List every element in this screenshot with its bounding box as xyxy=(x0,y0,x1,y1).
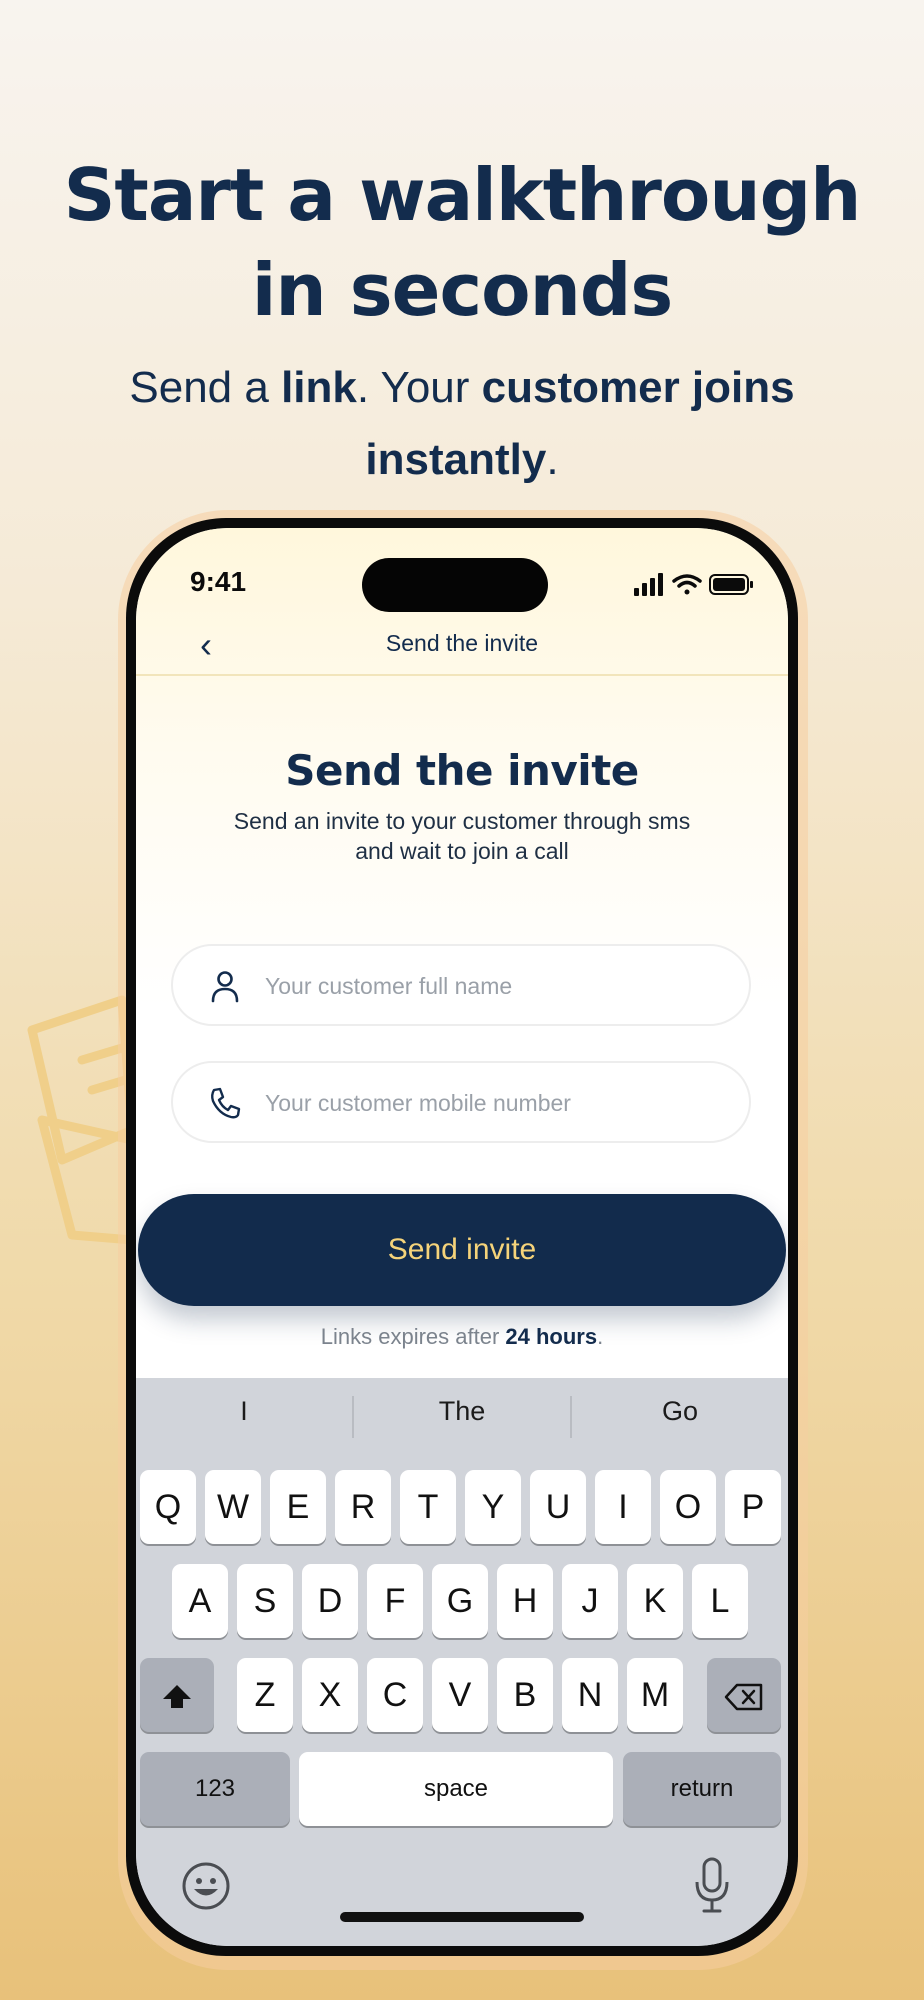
nav-divider xyxy=(136,674,788,676)
key-d[interactable]: D xyxy=(302,1564,358,1638)
key-w[interactable]: W xyxy=(205,1470,261,1544)
shift-key[interactable] xyxy=(140,1658,214,1732)
keyboard: I The Go Q W E R T Y U I O P A S D F G H xyxy=(136,1378,788,1946)
phone-icon xyxy=(211,1087,241,1119)
microphone-icon[interactable] xyxy=(692,1856,732,1916)
name-field[interactable] xyxy=(171,944,751,1026)
shift-icon xyxy=(163,1685,191,1709)
key-s[interactable]: S xyxy=(237,1564,293,1638)
expiry-prefix: Links expires after xyxy=(320,1324,506,1349)
key-p[interactable]: P xyxy=(725,1470,781,1544)
subtitle-part: . xyxy=(546,435,559,484)
status-icons xyxy=(634,573,753,596)
key-x[interactable]: X xyxy=(302,1658,358,1732)
numbers-key[interactable]: 123 xyxy=(140,1752,290,1826)
suggestion-item[interactable]: Go xyxy=(572,1396,788,1427)
wifi-icon xyxy=(672,574,702,595)
dynamic-island xyxy=(362,558,548,612)
hero-subtitle: Send a link. Your customer joins instant… xyxy=(90,352,834,496)
space-key[interactable]: space xyxy=(299,1752,613,1826)
person-icon xyxy=(211,971,239,1003)
home-indicator xyxy=(340,1912,584,1922)
key-y[interactable]: Y xyxy=(465,1470,521,1544)
key-i[interactable]: I xyxy=(595,1470,651,1544)
subtitle-part: Send a xyxy=(129,363,282,412)
key-e[interactable]: E xyxy=(270,1470,326,1544)
expiry-note: Links expires after 24 hours. xyxy=(136,1324,788,1350)
return-key[interactable]: return xyxy=(623,1752,781,1826)
phone-screen: 9:41 ‹ Send the invite Send the invite S… xyxy=(136,528,788,1946)
phone-frame: 9:41 ‹ Send the invite Send the invite S… xyxy=(126,518,798,1956)
nav-title: Send the invite xyxy=(385,630,539,656)
key-a[interactable]: A xyxy=(172,1564,228,1638)
key-j[interactable]: J xyxy=(562,1564,618,1638)
expiry-suffix: . xyxy=(597,1324,604,1349)
suggestion-item[interactable]: The xyxy=(354,1396,570,1427)
send-invite-button[interactable]: Send invite xyxy=(138,1194,786,1306)
emoji-icon[interactable] xyxy=(180,1860,232,1912)
expiry-value: 24 hours xyxy=(505,1324,598,1349)
invite-description: Send an invite to your customer through … xyxy=(233,808,691,864)
battery-icon xyxy=(709,574,753,595)
key-u[interactable]: U xyxy=(530,1470,586,1544)
backspace-icon xyxy=(724,1683,763,1711)
subtitle-part: . Your xyxy=(356,363,482,412)
key-t[interactable]: T xyxy=(400,1470,456,1544)
invite-title: Send the invite xyxy=(285,746,639,795)
key-l[interactable]: L xyxy=(692,1564,748,1638)
key-b[interactable]: B xyxy=(497,1658,553,1732)
key-r[interactable]: R xyxy=(335,1470,391,1544)
status-time: 9:41 xyxy=(190,566,247,597)
key-z[interactable]: Z xyxy=(237,1658,293,1732)
key-v[interactable]: V xyxy=(432,1658,488,1732)
key-m[interactable]: M xyxy=(627,1658,683,1732)
key-q[interactable]: Q xyxy=(140,1470,196,1544)
phone-field[interactable] xyxy=(171,1061,751,1143)
decorative-notes-icon xyxy=(27,995,132,1245)
delete-key[interactable] xyxy=(707,1658,781,1732)
key-f[interactable]: F xyxy=(367,1564,423,1638)
suggestion-item[interactable]: I xyxy=(136,1396,352,1427)
phone-input[interactable] xyxy=(263,1063,719,1143)
key-k[interactable]: K xyxy=(627,1564,683,1638)
signal-icon xyxy=(634,573,663,596)
hero-title: Start a walkthrough in seconds xyxy=(63,153,862,332)
key-h[interactable]: H xyxy=(497,1564,553,1638)
key-n[interactable]: N xyxy=(562,1658,618,1732)
key-g[interactable]: G xyxy=(432,1564,488,1638)
name-input[interactable] xyxy=(263,946,719,1026)
key-c[interactable]: C xyxy=(367,1658,423,1732)
key-o[interactable]: O xyxy=(660,1470,716,1544)
subtitle-part-bold: link xyxy=(281,363,357,412)
suggestion-bar: I The Go xyxy=(136,1378,788,1462)
